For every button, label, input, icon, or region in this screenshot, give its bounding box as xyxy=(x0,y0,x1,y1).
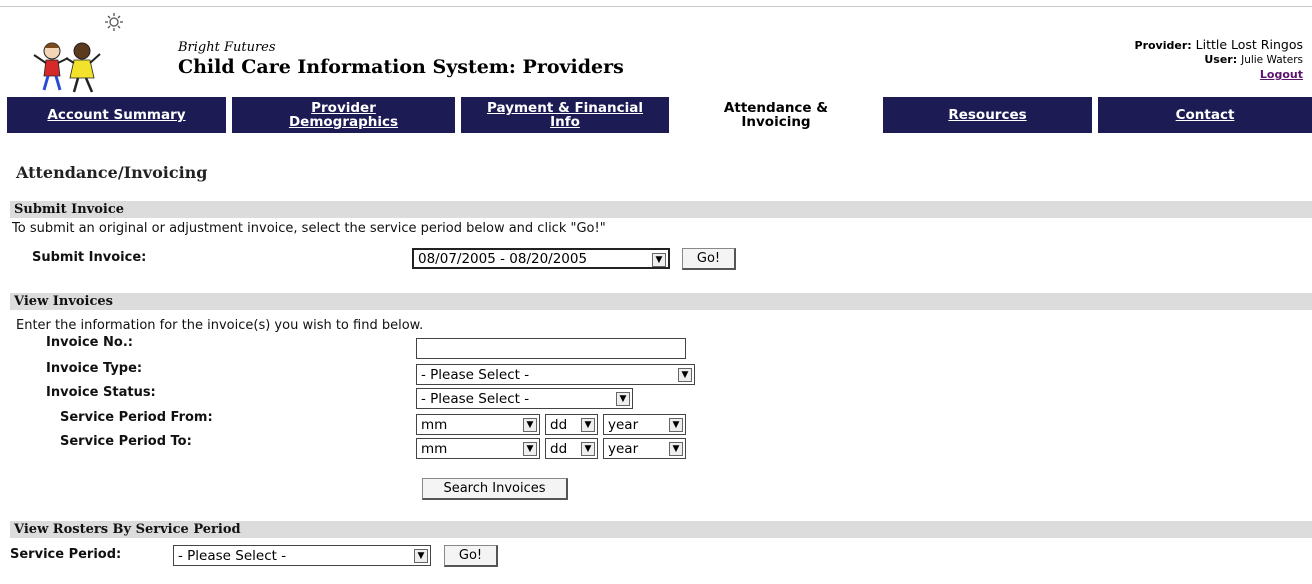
day-value: dd xyxy=(550,440,568,457)
roster-service-period-select[interactable]: - Please Select - ▼ xyxy=(173,545,431,566)
chevron-down-icon: ▼ xyxy=(414,549,428,563)
chevron-down-icon: ▼ xyxy=(523,442,537,456)
month-value: mm xyxy=(421,440,448,457)
service-period-to-label: Service Period To: xyxy=(60,434,192,449)
chevron-down-icon: ▼ xyxy=(581,418,595,432)
top-divider xyxy=(0,6,1312,7)
invoice-type-label: Invoice Type: xyxy=(46,361,143,376)
submit-invoice-instructions: To submit an original or adjustment invo… xyxy=(12,221,606,236)
section-submit-invoice: Submit Invoice xyxy=(10,201,1312,218)
invoice-no-label: Invoice No.: xyxy=(46,335,133,350)
roster-go-button[interactable]: Go! xyxy=(444,545,498,567)
user-info: Provider: Little Lost Ringos User: Julie… xyxy=(1135,38,1303,81)
invoice-status-value: - Please Select - xyxy=(421,390,530,407)
period-to-year-select[interactable]: year ▼ xyxy=(603,438,686,459)
search-invoices-button[interactable]: Search Invoices xyxy=(422,478,568,500)
tab-resources[interactable]: Resources xyxy=(883,97,1092,133)
tab-label-line2: Demographics xyxy=(288,114,399,130)
chevron-down-icon: ▼ xyxy=(678,368,692,382)
tab-account-summary[interactable]: Account Summary xyxy=(7,97,226,133)
invoice-status-label: Invoice Status: xyxy=(46,385,156,400)
tab-label: Resources xyxy=(948,107,1027,123)
chevron-down-icon: ▼ xyxy=(581,442,595,456)
period-from-day-select[interactable]: dd ▼ xyxy=(545,414,598,435)
chevron-down-icon: ▼ xyxy=(652,253,666,267)
brand-subtitle: Bright Futures xyxy=(178,40,276,55)
chevron-down-icon: ▼ xyxy=(669,442,683,456)
tab-payment-financial[interactable]: Payment & Financial Info xyxy=(461,97,669,133)
chevron-down-icon: ▼ xyxy=(616,392,630,406)
brand-title: Child Care Information System: Providers xyxy=(178,56,624,78)
year-value: year xyxy=(608,440,639,457)
view-invoices-instructions: Enter the information for the invoice(s)… xyxy=(16,318,424,333)
period-to-day-select[interactable]: dd ▼ xyxy=(545,438,598,459)
section-view-invoices: View Invoices xyxy=(10,293,1312,310)
tab-contact[interactable]: Contact xyxy=(1098,97,1312,133)
invoice-type-select[interactable]: - Please Select - ▼ xyxy=(416,364,695,385)
invoice-type-value: - Please Select - xyxy=(421,366,530,383)
main-nav: Account Summary Provider Demographics Pay… xyxy=(0,97,1312,133)
service-period-from-label: Service Period From: xyxy=(60,410,213,425)
service-period-label: Service Period: xyxy=(10,547,122,562)
chevron-down-icon: ▼ xyxy=(523,418,537,432)
tab-provider-demographics[interactable]: Provider Demographics xyxy=(232,97,455,133)
user-name: Julie Waters xyxy=(1241,54,1303,66)
submit-invoice-go-button[interactable]: Go! xyxy=(682,248,736,270)
year-value: year xyxy=(608,416,639,433)
submit-invoice-label: Submit Invoice: xyxy=(32,250,147,265)
logout-link[interactable]: Logout xyxy=(1260,68,1303,81)
tab-label: Account Summary xyxy=(47,107,186,123)
provider-label: Provider: xyxy=(1134,39,1192,52)
day-value: dd xyxy=(550,416,568,433)
provider-name: Little Lost Ringos xyxy=(1195,37,1303,52)
month-value: mm xyxy=(421,416,448,433)
tab-label-line2: Invoicing xyxy=(741,114,811,130)
tab-attendance-invoicing[interactable]: Attendance & Invoicing xyxy=(675,97,877,133)
user-label: User: xyxy=(1204,53,1238,66)
chevron-down-icon: ▼ xyxy=(669,418,683,432)
kids-logo-icon xyxy=(33,13,123,93)
tab-label: Contact xyxy=(1175,107,1235,123)
service-period-value: - Please Select - xyxy=(178,547,287,564)
section-view-rosters: View Rosters By Service Period xyxy=(10,521,1312,538)
period-from-year-select[interactable]: year ▼ xyxy=(603,414,686,435)
period-to-month-select[interactable]: mm ▼ xyxy=(416,438,540,459)
invoice-status-select[interactable]: - Please Select - ▼ xyxy=(416,388,633,409)
submit-invoice-period-select[interactable]: 08/07/2005 - 08/20/2005 ▼ xyxy=(412,248,670,269)
selected-period: 08/07/2005 - 08/20/2005 xyxy=(418,250,588,267)
invoice-no-input[interactable] xyxy=(416,338,686,359)
tab-label-line2: Info xyxy=(550,114,580,130)
page-title: Attendance/Invoicing xyxy=(16,163,208,182)
period-from-month-select[interactable]: mm ▼ xyxy=(416,414,540,435)
